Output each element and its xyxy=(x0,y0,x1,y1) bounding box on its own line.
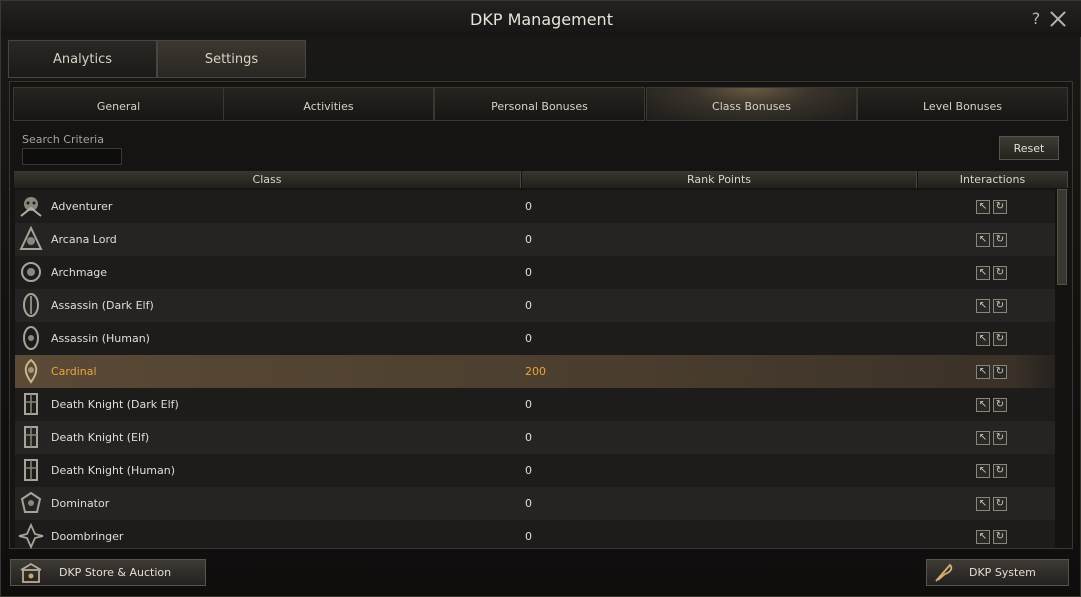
dkp-system-button[interactable]: DKP System xyxy=(926,559,1069,586)
reset-icon[interactable]: ↻ xyxy=(993,233,1007,247)
reset-icon[interactable]: ↻ xyxy=(993,464,1007,478)
help-icon[interactable]: ? xyxy=(1028,9,1044,29)
subtab-activities[interactable]: Activities xyxy=(223,87,434,121)
cardinal-class-icon xyxy=(24,358,38,384)
table-row[interactable]: Death Knight (Dark Elf) 0 ↖ ↻ xyxy=(15,388,1055,421)
store-label: DKP Store & Auction xyxy=(59,566,172,579)
rank-points: 0 xyxy=(525,464,532,477)
table-row[interactable]: Archmage 0 ↖ ↻ xyxy=(15,256,1055,289)
window-title: DKP Management xyxy=(1,1,1081,37)
reset-icon[interactable]: ↻ xyxy=(993,398,1007,412)
edit-icon[interactable]: ↖ xyxy=(976,266,990,280)
rank-points: 200 xyxy=(525,365,546,378)
class-name: Adventurer xyxy=(51,200,113,213)
edit-icon[interactable]: ↖ xyxy=(976,464,990,478)
edit-icon[interactable]: ↖ xyxy=(976,200,990,214)
assassin-dark-elf-class-icon xyxy=(23,293,39,317)
class-name: Dominator xyxy=(51,497,110,510)
tab-settings[interactable]: Settings xyxy=(157,40,306,78)
rank-points: 0 xyxy=(525,332,532,345)
class-name: Death Knight (Elf) xyxy=(51,431,150,444)
edit-icon[interactable]: ↖ xyxy=(976,365,990,379)
class-name: Archmage xyxy=(51,266,108,279)
table-row[interactable]: Arcana Lord 0 ↖ ↻ xyxy=(15,223,1055,256)
close-icon[interactable] xyxy=(1048,9,1068,29)
header-class[interactable]: Class xyxy=(14,171,521,188)
quill-icon xyxy=(935,563,953,582)
subtab-general[interactable]: General xyxy=(13,87,224,121)
subtab-class-bonuses[interactable]: Class Bonuses xyxy=(646,87,857,121)
table-row[interactable]: Death Knight (Elf) 0 ↖ ↻ xyxy=(15,421,1055,454)
death-knight-elf-class-icon xyxy=(24,426,38,448)
scroll-thumb[interactable] xyxy=(1057,189,1067,285)
search-label: Search Criteria xyxy=(22,133,104,146)
dkp-window: DKP Management ? Analytics Settings Gene… xyxy=(0,0,1081,597)
tab-analytics[interactable]: Analytics xyxy=(8,40,157,78)
reset-button[interactable]: Reset xyxy=(999,136,1059,160)
header-interactions: Interactions xyxy=(918,171,1068,188)
rank-points: 0 xyxy=(525,497,532,510)
reset-icon[interactable]: ↻ xyxy=(993,332,1007,346)
table-row[interactable]: Death Knight (Human) 0 ↖ ↻ xyxy=(15,454,1055,487)
table-row[interactable]: Dominator 0 ↖ ↻ xyxy=(15,487,1055,520)
class-name: Death Knight (Dark Elf) xyxy=(51,398,179,411)
table-row[interactable]: Adventurer 0 ↖ ↻ xyxy=(15,190,1055,223)
reset-icon[interactable]: ↻ xyxy=(993,365,1007,379)
rank-points: 0 xyxy=(525,431,532,444)
table-row-selected[interactable]: Cardinal 200 ↖ ↻ xyxy=(15,355,1055,388)
arcana-lord-class-icon xyxy=(19,225,43,250)
rank-points: 0 xyxy=(525,398,532,411)
class-name: Cardinal xyxy=(51,365,97,378)
subtab-personal-bonuses[interactable]: Personal Bonuses xyxy=(434,87,645,121)
table-row[interactable]: Assassin (Human) 0 ↖ ↻ xyxy=(15,322,1055,355)
class-name: Doombringer xyxy=(51,530,124,543)
death-knight-human-class-icon xyxy=(24,459,38,481)
archmage-class-icon xyxy=(21,262,41,282)
header-rank-points[interactable]: Rank Points xyxy=(522,171,917,188)
edit-icon[interactable]: ↖ xyxy=(976,233,990,247)
edit-icon[interactable]: ↖ xyxy=(976,299,990,313)
adventurer-class-icon xyxy=(20,197,42,217)
dominator-class-icon xyxy=(20,491,42,513)
rank-points: 0 xyxy=(525,299,532,312)
subtab-level-bonuses[interactable]: Level Bonuses xyxy=(857,87,1068,121)
reset-icon[interactable]: ↻ xyxy=(993,200,1007,214)
assassin-human-class-icon xyxy=(23,326,39,350)
edit-icon[interactable]: ↖ xyxy=(976,332,990,346)
edit-icon[interactable]: ↖ xyxy=(976,530,990,544)
doombringer-class-icon xyxy=(18,522,44,550)
class-name: Assassin (Human) xyxy=(51,332,150,345)
reset-icon[interactable]: ↻ xyxy=(993,266,1007,280)
rank-points: 0 xyxy=(525,200,532,213)
class-name: Death Knight (Human) xyxy=(51,464,176,477)
table-row[interactable]: Assassin (Dark Elf) 0 ↖ ↻ xyxy=(15,289,1055,322)
search-input[interactable] xyxy=(22,148,122,165)
system-label: DKP System xyxy=(969,566,1036,579)
store-icon xyxy=(20,562,42,583)
edit-icon[interactable]: ↖ xyxy=(976,431,990,445)
reset-icon[interactable]: ↻ xyxy=(993,530,1007,544)
scrollbar[interactable] xyxy=(1055,189,1069,548)
edit-icon[interactable]: ↖ xyxy=(976,398,990,412)
rank-points: 0 xyxy=(525,530,532,543)
death-knight-dark-elf-class-icon xyxy=(24,393,38,415)
reset-icon[interactable]: ↻ xyxy=(993,299,1007,313)
class-name: Arcana Lord xyxy=(51,233,117,246)
class-name: Assassin (Dark Elf) xyxy=(51,299,154,312)
table-row[interactable]: Doombringer 0 ↖ ↻ xyxy=(15,520,1055,550)
edit-icon[interactable]: ↖ xyxy=(976,497,990,511)
rank-points: 0 xyxy=(525,266,532,279)
rank-points: 0 xyxy=(525,233,532,246)
dkp-store-auction-button[interactable]: DKP Store & Auction xyxy=(10,559,206,586)
reset-icon[interactable]: ↻ xyxy=(993,431,1007,445)
reset-icon[interactable]: ↻ xyxy=(993,497,1007,511)
